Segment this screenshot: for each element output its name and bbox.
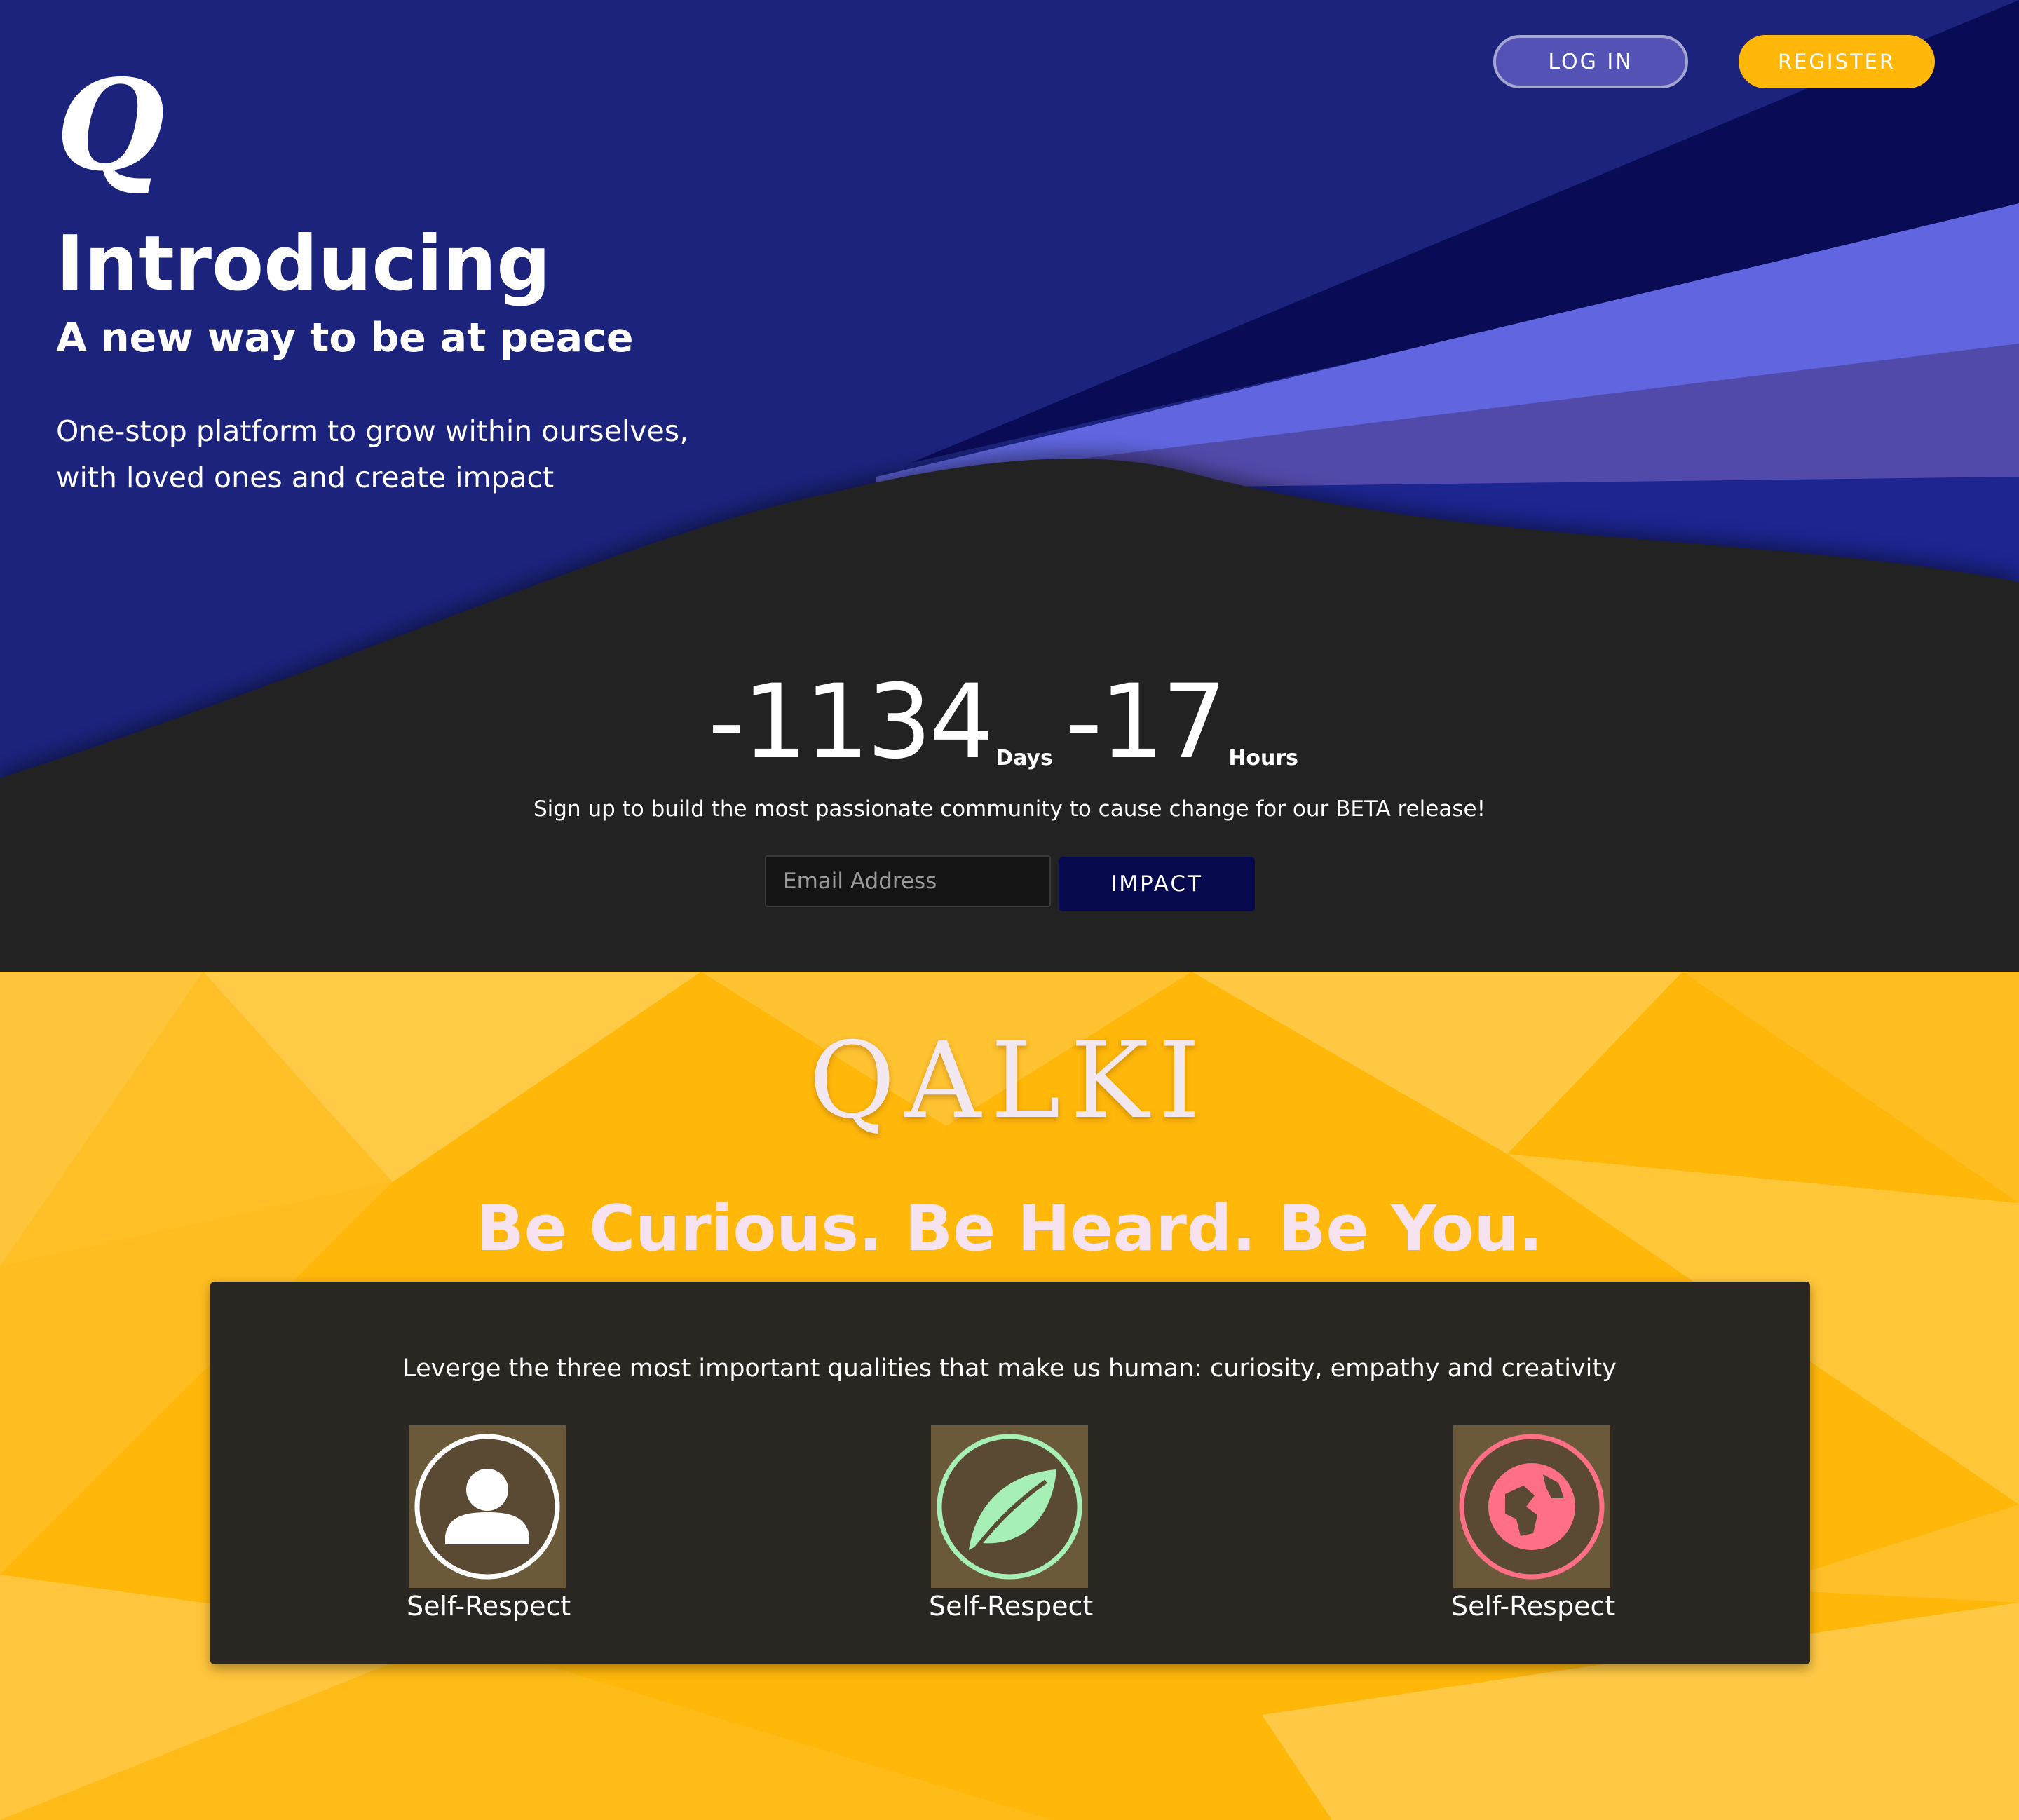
globe-icon [1459, 1434, 1605, 1580]
tagline-line-1: One-stop platform to grow within ourselv… [56, 414, 689, 448]
quality-tile [409, 1425, 566, 1588]
hero-section: Q LOG IN REGISTER Introducing A new way … [0, 0, 2019, 972]
countdown-hours-unit: Hours [1228, 746, 1299, 770]
email-input[interactable] [765, 855, 1051, 907]
quality-item-2[interactable]: Self-Respect [929, 1425, 1094, 1622]
hero-tagline: One-stop platform to grow within ourselv… [56, 408, 771, 501]
quality-label: Self-Respect [1451, 1591, 1616, 1622]
countdown-hours-value: -17 [1065, 663, 1227, 782]
leaf-icon [937, 1434, 1082, 1580]
login-button[interactable]: LOG IN [1493, 35, 1688, 88]
logo[interactable]: Q [56, 63, 165, 188]
countdown-days-unit: Days [995, 746, 1053, 770]
quality-item-1[interactable]: Self-Respect [407, 1425, 571, 1622]
brand-slogan: Be Curious. Be Heard. Be You. [476, 1192, 1543, 1265]
impact-button[interactable]: IMPACT [1059, 857, 1255, 911]
register-button[interactable]: REGISTER [1739, 35, 1935, 88]
hero-title: Introducing [56, 220, 551, 308]
signup-text: Sign up to build the most passionate com… [533, 796, 1486, 822]
quality-label: Self-Respect [929, 1591, 1094, 1622]
countdown-days-value: -1134 [707, 663, 994, 782]
quality-label: Self-Respect [407, 1591, 571, 1622]
quality-tile [1453, 1425, 1610, 1588]
person-icon [414, 1434, 560, 1580]
brand-wordmark: QALKI [808, 1020, 1211, 1142]
tagline-line-2: with loved ones and create impact [56, 461, 555, 494]
quality-item-3[interactable]: Self-Respect [1451, 1425, 1616, 1622]
hero-subtitle: A new way to be at peace [56, 315, 634, 361]
qualities-intro: Leverge the three most important qualiti… [402, 1354, 1617, 1383]
countdown: -1134 Days -17 Hours [0, 663, 2019, 782]
quality-tile [931, 1425, 1088, 1588]
